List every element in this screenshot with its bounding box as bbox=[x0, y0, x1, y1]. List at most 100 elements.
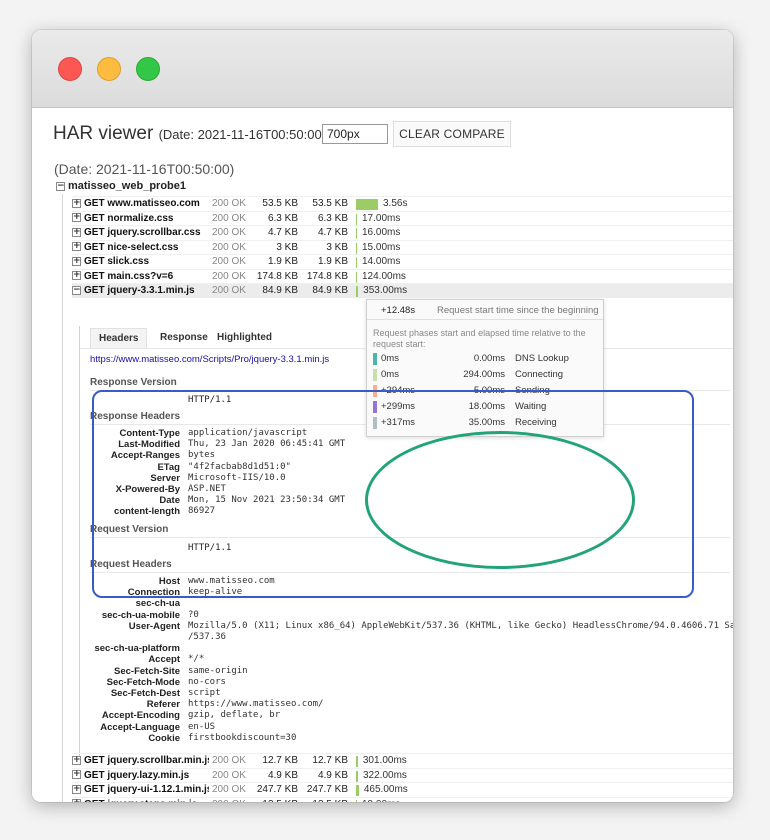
tab-highlighted[interactable]: Highlighted bbox=[209, 328, 280, 348]
request-row[interactable]: + GET main.css?v=6 200 OK 174.8 KB 174.8 KB 1… bbox=[72, 268, 733, 285]
request-time: 15.00ms bbox=[362, 241, 401, 253]
expand-toggle-icon[interactable]: − bbox=[72, 285, 81, 295]
request-transfer-size: 1.9 KB bbox=[317, 256, 348, 267]
request-url[interactable]: − GET jquery-3.3.1.min.js bbox=[72, 284, 209, 299]
request-url-text: GET jquery.scrollbar.min.js bbox=[84, 755, 209, 766]
minimize-window-button[interactable] bbox=[97, 57, 121, 81]
header-name: Host bbox=[158, 576, 180, 587]
header-row: Accept-Encoding gzip, deflate, br bbox=[80, 710, 733, 721]
request-version-value: HTTP/1.1 bbox=[188, 543, 232, 553]
request-size: 174.8 KB bbox=[256, 270, 298, 282]
header-value: Thu, 23 Jan 2020 06:45:41 GMT bbox=[188, 439, 346, 450]
tab-response[interactable]: Response bbox=[152, 328, 216, 348]
header-row: ETag "4f2facbab8d1d51:0" bbox=[80, 462, 733, 473]
expand-toggle-icon[interactable]: + bbox=[72, 755, 81, 765]
phase-name: Waiting bbox=[515, 401, 547, 412]
timeline-bar bbox=[356, 271, 357, 283]
request-full-url[interactable]: https://www.matisseo.com/Scripts/Pro/jqu… bbox=[90, 354, 329, 365]
request-row[interactable]: + GET jquery.scrollbar.min.js 200 OK 12.7 K… bbox=[72, 753, 733, 768]
page-group[interactable]: − matisseo_web_probe1 bbox=[56, 180, 186, 192]
close-window-button[interactable] bbox=[58, 57, 82, 81]
request-url[interactable]: + GET main.css?v=6 bbox=[72, 270, 209, 285]
request-url[interactable]: + GET jquery.scrollbar.min.js bbox=[72, 754, 209, 769]
header-name: Referer bbox=[146, 699, 180, 711]
header-name: ETag bbox=[157, 461, 180, 473]
request-row[interactable]: + GET www.matisseo.com 200 OK 53.5 KB 53.5 K… bbox=[72, 196, 733, 211]
expand-toggle-icon[interactable]: + bbox=[72, 227, 81, 237]
request-transfer-size: 4.7 KB bbox=[317, 227, 348, 238]
header-value: ASP.NET bbox=[188, 484, 226, 494]
page-group-name: matisseo_web_probe1 bbox=[68, 180, 186, 192]
timeline-bar bbox=[356, 228, 357, 239]
phase-color-swatch bbox=[373, 385, 377, 397]
header-value: same-origin bbox=[188, 665, 248, 676]
tooltip-offset-desc: Request start time since the beginning bbox=[437, 305, 599, 316]
phase-name: DNS Lookup bbox=[515, 353, 569, 364]
tooltip-offset: +12.48s bbox=[381, 305, 416, 316]
header-name: Date bbox=[159, 495, 180, 507]
request-row[interactable]: + GET jquery.scrollbar.css 200 OK 4.7 KB 4.7… bbox=[72, 225, 733, 240]
request-row[interactable]: + GET jquery-ui-1.12.1.min.js 200 OK 247.7 … bbox=[72, 782, 733, 797]
timeline-bar bbox=[356, 257, 357, 268]
request-timeline: 124.00ms bbox=[356, 270, 733, 284]
request-url[interactable]: +GET jquery.steps.min.js bbox=[72, 798, 209, 802]
phase-start: +317ms bbox=[381, 417, 416, 428]
header-row: Last-Modified Thu, 23 Jan 2020 06:45:41 G… bbox=[80, 439, 733, 450]
header-value: application/javascript bbox=[188, 428, 308, 438]
header-name: X-Powered-By bbox=[115, 484, 180, 495]
expand-toggle-icon[interactable]: + bbox=[72, 213, 81, 223]
request-row[interactable]: + GET jquery.lazy.min.js 200 OK 4.9 KB 4.9 K… bbox=[72, 767, 733, 784]
timing-tooltip: +12.48s Request start time since the beg… bbox=[366, 299, 604, 437]
timing-phase-row: +317ms 35.00ms Receiving bbox=[373, 416, 599, 430]
app-window: HAR viewer (Date: 2021-11-16T00:50:00) C… bbox=[32, 30, 733, 802]
expand-toggle-icon[interactable]: + bbox=[72, 784, 81, 794]
request-row[interactable]: + GET slick.css 200 OK 1.9 KB 1.9 KB 14.00ms bbox=[72, 254, 733, 269]
request-url[interactable]: + GET normalize.css bbox=[72, 212, 209, 227]
header-name: sec-ch-ua-mobile bbox=[101, 609, 180, 621]
header-row: Accept-Ranges bytes bbox=[80, 450, 733, 461]
request-url-text: GET jquery-3.3.1.min.js bbox=[84, 285, 195, 296]
clear-compare-button[interactable]: CLEAR COMPARE bbox=[393, 121, 511, 147]
expand-toggle-icon[interactable]: + bbox=[72, 242, 81, 252]
phase-start: 0ms bbox=[381, 353, 399, 364]
header-row: sec-ch-ua-mobile ?0 bbox=[80, 610, 733, 621]
expand-toggle-icon[interactable]: + bbox=[72, 271, 81, 281]
header-row: X-Powered-By ASP.NET bbox=[80, 484, 733, 495]
header-value: gzip, deflate, br bbox=[188, 710, 281, 721]
header-row: Accept-Language en-US bbox=[80, 722, 733, 733]
header-row: /537.36 bbox=[80, 632, 733, 643]
request-size: 53.5 KB bbox=[262, 198, 298, 209]
tooltip-header: +12.48s Request start time since the beg… bbox=[367, 300, 603, 320]
header-name: Accept-Encoding bbox=[101, 710, 180, 722]
maximize-window-button[interactable] bbox=[136, 57, 160, 81]
expand-toggle-icon[interactable]: + bbox=[72, 256, 81, 266]
request-timeline: 3.56s bbox=[356, 197, 733, 211]
collapse-toggle-icon[interactable]: − bbox=[56, 181, 65, 191]
request-url[interactable]: + GET nice-select.css bbox=[72, 241, 209, 256]
request-row[interactable]: + GET nice-select.css 200 OK 3 KB 3 KB 15.00m… bbox=[72, 239, 733, 256]
header-row: sec-ch-ua-platform bbox=[80, 643, 733, 654]
header-value: "4f2facbab8d1d51:0" bbox=[188, 461, 291, 472]
request-url[interactable]: + GET jquery.lazy.min.js bbox=[72, 769, 209, 784]
header-row: Referer https://www.matisseo.com/ bbox=[80, 699, 733, 710]
request-url-text: GET jquery-ui-1.12.1.min.js bbox=[84, 784, 209, 795]
request-size: 247.7 KB bbox=[256, 784, 298, 795]
request-url[interactable]: + GET jquery-ui-1.12.1.min.js bbox=[72, 783, 209, 798]
request-row[interactable]: +GET jquery.steps.min.js200 OK13.5 KB13.… bbox=[72, 796, 733, 802]
request-timeline: 465.00ms bbox=[356, 783, 733, 797]
width-input[interactable] bbox=[322, 124, 388, 144]
expand-toggle-icon[interactable]: + bbox=[72, 198, 81, 208]
request-size: 4.7 KB bbox=[267, 227, 298, 238]
expand-toggle-icon[interactable]: + bbox=[72, 770, 81, 780]
tab-headers[interactable]: Headers bbox=[90, 328, 148, 348]
request-url[interactable]: + GET jquery.scrollbar.css bbox=[72, 226, 209, 241]
request-row[interactable]: − GET jquery-3.3.1.min.js 200 OK 84.9 KB 84.… bbox=[72, 283, 733, 298]
header-name: User-Agent bbox=[128, 620, 180, 632]
request-time: 3.56s bbox=[383, 198, 408, 209]
expand-toggle-icon[interactable]: + bbox=[72, 799, 81, 802]
header-value: no-cors bbox=[188, 676, 226, 687]
request-row[interactable]: + GET normalize.css 200 OK 6.3 KB 6.3 KB 17.0… bbox=[72, 210, 733, 227]
header-value: bytes bbox=[188, 450, 216, 461]
request-url[interactable]: + GET slick.css bbox=[72, 255, 209, 270]
request-url[interactable]: + GET www.matisseo.com bbox=[72, 197, 209, 212]
